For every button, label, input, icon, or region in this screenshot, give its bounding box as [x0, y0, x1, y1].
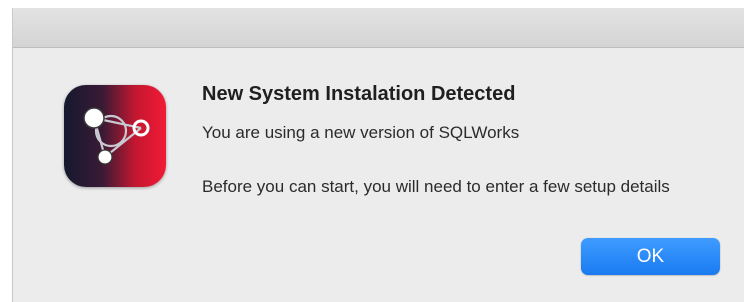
dialog-title: New System Instalation Detected — [202, 83, 516, 105]
dialog-titlebar — [13, 8, 744, 48]
sqlworks-app-icon — [83, 107, 150, 165]
dialog-message-setup: Before you can start, you will need to e… — [202, 177, 670, 196]
app-icon — [64, 85, 166, 187]
dialog-window: New System Instalation Detected You are … — [12, 8, 744, 302]
dialog-message-version: You are using a new version of SQLWorks — [202, 123, 520, 142]
ok-button[interactable]: OK — [581, 238, 720, 275]
